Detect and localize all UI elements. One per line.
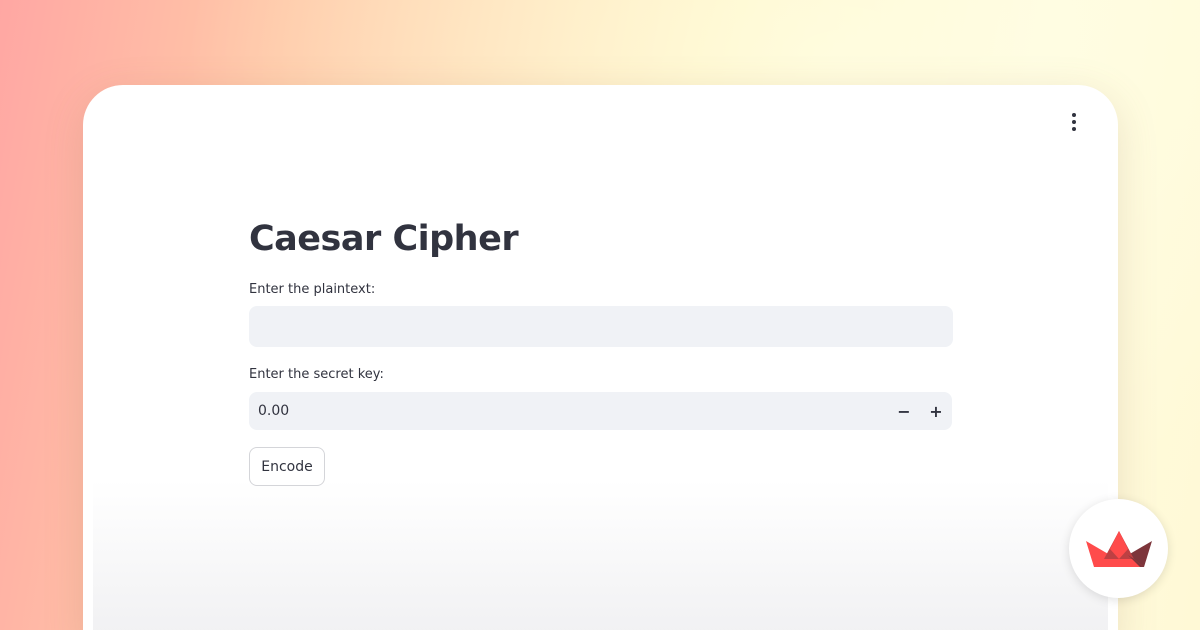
app-window: Caesar Cipher Enter the plaintext: Enter… <box>83 85 1118 630</box>
streamlit-logo-icon <box>1085 530 1152 567</box>
encode-button[interactable]: Encode <box>249 447 325 486</box>
secret-key-label: Enter the secret key: <box>249 367 384 382</box>
page-title: Caesar Cipher <box>249 219 519 259</box>
plaintext-label: Enter the plaintext: <box>249 282 376 297</box>
secret-key-number-input: 0.00 − + <box>249 392 952 430</box>
plaintext-input[interactable] <box>249 306 953 347</box>
decrement-button[interactable]: − <box>888 392 920 430</box>
main-content: Caesar Cipher Enter the plaintext: Enter… <box>249 216 953 486</box>
menu-dot <box>1072 120 1076 124</box>
increment-button[interactable]: + <box>920 392 952 430</box>
secret-key-value[interactable]: 0.00 <box>249 403 888 419</box>
card-bottom-fade <box>93 480 1108 630</box>
main-menu-icon[interactable] <box>1065 111 1083 133</box>
streamlit-logo-badge <box>1069 499 1168 598</box>
menu-dot <box>1072 127 1076 131</box>
menu-dot <box>1072 113 1076 117</box>
